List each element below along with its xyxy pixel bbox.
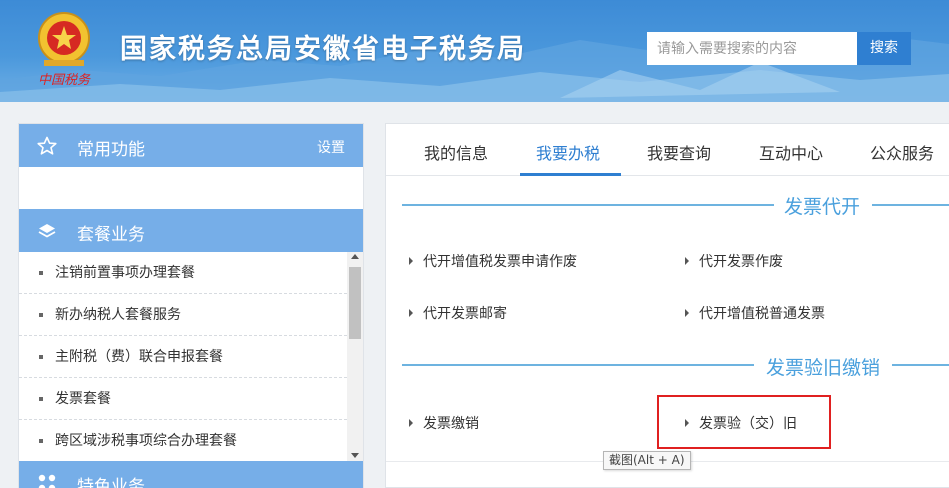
screenshot-tooltip: 截图(Alt + A) [603, 451, 691, 470]
sidebar: 常用功能 设置 套餐业务 注销前置事项办理套餐 新办纳税人套餐服务 主附税（费）… [18, 123, 364, 488]
scroll-thumb[interactable] [349, 267, 361, 339]
arrow-right-icon [685, 257, 689, 265]
search-input[interactable] [647, 32, 857, 65]
list-item[interactable]: 跨区域涉税事项综合办理套餐 [19, 420, 347, 462]
layers-icon [38, 224, 56, 238]
tab-bar: 我的信息 我要办税 我要查询 互动中心 公众服务 [386, 124, 949, 176]
link-void-issued-invoice[interactable]: 代开发票作废 [699, 251, 783, 271]
special-services-header: 特色业务 [19, 461, 363, 488]
link-void-vat-invoice-request[interactable]: 代开增值税发票申请作废 [423, 251, 577, 271]
arrow-right-icon [685, 309, 689, 317]
section-divider [892, 364, 949, 366]
list-scrollbar[interactable] [347, 252, 363, 462]
arrow-right-icon [409, 309, 413, 317]
search-button[interactable]: 搜索 [857, 32, 911, 65]
tab-interaction[interactable]: 互动中心 [759, 140, 823, 164]
site-title: 国家税务总局安徽省电子税务局 [120, 34, 526, 65]
link-invoice-cancellation[interactable]: 发票缴销 [423, 413, 479, 433]
highlight-box [657, 395, 831, 449]
scroll-down-arrow-icon[interactable] [351, 453, 359, 458]
packages-header: 套餐业务 [19, 209, 363, 252]
section-title-invoice-issuance: 发票代开 [784, 196, 861, 218]
scroll-up-arrow-icon[interactable] [351, 254, 359, 259]
package-list: 注销前置事项办理套餐 新办纳税人套餐服务 主附税（费）联合申报套餐 发票套餐 跨… [19, 252, 347, 462]
site-header: 中国税务 国家税务总局安徽省电子税务局 搜索 [0, 0, 949, 102]
settings-link[interactable]: 设置 [317, 137, 345, 157]
list-item[interactable]: 发票套餐 [19, 378, 347, 420]
grid-icon [38, 474, 56, 488]
emblem-caption: 中国税务 [38, 73, 91, 88]
tax-emblem-logo: 中国税务 [38, 12, 91, 88]
link-issue-vat-general-invoice[interactable]: 代开增值税普通发票 [699, 303, 825, 323]
common-functions-header: 常用功能 设置 [19, 124, 363, 167]
tab-query[interactable]: 我要查询 [647, 140, 711, 164]
star-icon [37, 136, 57, 155]
tab-my-info[interactable]: 我的信息 [424, 140, 488, 164]
tab-public-services[interactable]: 公众服务 [870, 140, 934, 164]
common-functions-title: 常用功能 [77, 140, 145, 160]
link-invoice-mailing[interactable]: 代开发票邮寄 [423, 303, 507, 323]
section-divider [402, 204, 774, 206]
packages-title: 套餐业务 [77, 225, 145, 245]
tab-handle-tax[interactable]: 我要办税 [536, 140, 600, 164]
list-item[interactable]: 新办纳税人套餐服务 [19, 294, 347, 336]
section-divider [872, 204, 949, 206]
arrow-right-icon [409, 419, 413, 427]
arrow-right-icon [409, 257, 413, 265]
special-services-title: 特色业务 [77, 477, 145, 488]
section-divider [402, 364, 754, 366]
list-item[interactable]: 注销前置事项办理套餐 [19, 252, 347, 294]
section-title-invoice-verification: 发票验旧缴销 [766, 357, 881, 379]
main-panel: 我的信息 我要办税 我要查询 互动中心 公众服务 发票代开 代开增值税发票申请作… [385, 123, 949, 488]
active-tab-indicator [520, 173, 621, 176]
list-item[interactable]: 主附税（费）联合申报套餐 [19, 336, 347, 378]
